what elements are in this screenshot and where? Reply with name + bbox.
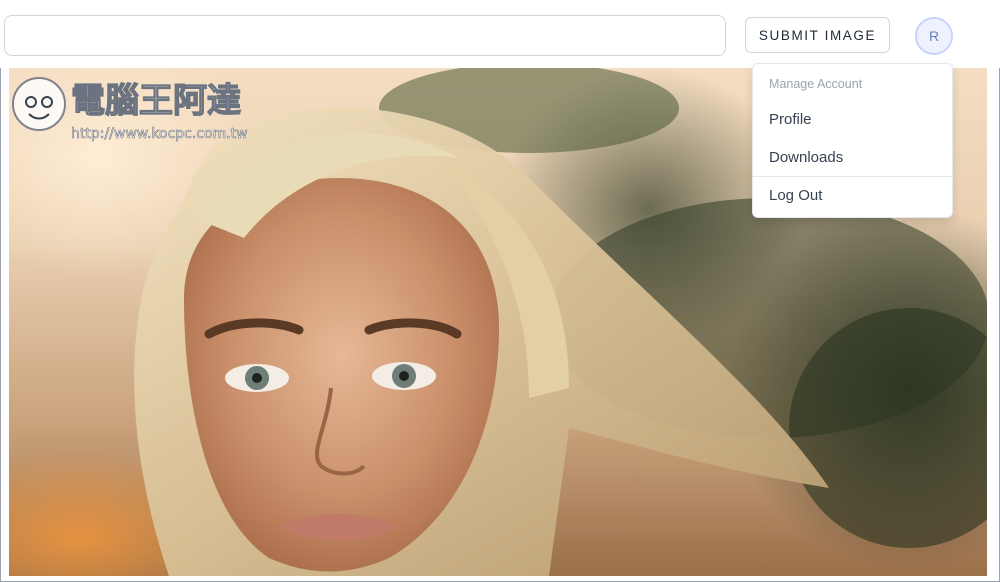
menu-item-downloads[interactable]: Downloads [769,149,843,166]
svg-text:電腦王阿達: 電腦王阿達 [71,81,241,121]
menu-heading: Manage Account [769,77,863,91]
menu-item-profile[interactable]: Profile [769,111,812,128]
search-input[interactable] [4,15,726,56]
account-dropdown-menu: Manage Account Profile Downloads Log Out [752,63,953,218]
menu-divider [753,176,952,177]
top-bar: SUBMIT IMAGE R [0,0,1000,68]
watermark-logo: 電腦王阿達 http://www.kocpc.com.tw [12,77,248,142]
menu-item-log-out[interactable]: Log Out [769,187,822,204]
submit-image-button[interactable]: SUBMIT IMAGE [745,17,890,53]
svg-text:http://www.kocpc.com.tw: http://www.kocpc.com.tw [71,126,248,142]
account-avatar-button[interactable]: R [915,17,953,55]
